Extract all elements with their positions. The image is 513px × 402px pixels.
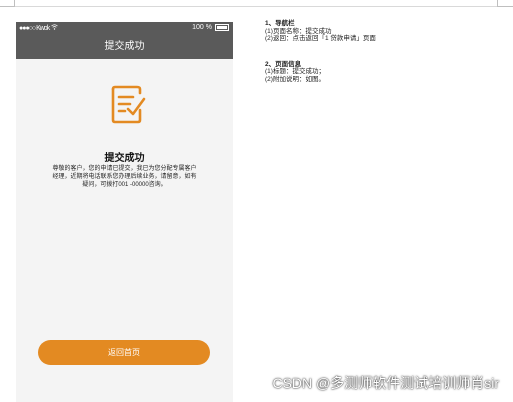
battery-icon [215, 24, 229, 31]
note-line: (2)返回：点击返回「1 贷款申请」页面 [265, 35, 376, 42]
return-home-button[interactable]: 返回首页 [38, 340, 210, 365]
crop-mark [0, 6, 14, 7]
desc-line: 尊敬的客户，您的申请已提交，我已为您分配专属客户 [52, 166, 197, 172]
document-check-icon [110, 82, 146, 124]
note-heading: 1、导航栏 [265, 20, 295, 27]
crop-mark [497, 6, 513, 7]
wifi-icon [51, 24, 58, 32]
success-description: 尊敬的客户，您的申请已提交，我已为您分配专属客户 经理，近期将电话联系您办理后续… [36, 165, 213, 189]
page-title: 提交成功 [104, 41, 145, 52]
watermark: CSDN @多测师软件测试培训师肖sir [272, 375, 499, 391]
status-bar: ●●●○○ Kwok 100 % [16, 22, 233, 35]
desc-line: 经理，近期将电话联系您办理后续业务，请留意，如有 [52, 174, 197, 180]
crop-mark [497, 0, 498, 7]
status-right: 100 % [192, 24, 229, 31]
carrier-label: ●●●○○ Kwok [19, 24, 50, 32]
spec-notes: 1、导航栏 (1)页面名称：提交成功 (2)返回：点击返回「1 贷款申请」页面 … [265, 20, 505, 83]
battery-label: 100 % [192, 24, 212, 31]
phone-mockup: ●●●○○ Kwok 100 % 提交成功 提交成功 尊敬的客户，您的申请已提交… [16, 22, 233, 402]
success-title: 提交成功 [104, 153, 145, 164]
nav-bar: 提交成功 [16, 35, 233, 59]
note-line: (1)标题：提交成功； [265, 68, 325, 75]
note-line: (1)页面名称：提交成功 [265, 27, 332, 35]
desc-line: 疑问，可拨打001 -00000咨询。 [82, 182, 167, 188]
note-heading: 2、页面信息 [265, 60, 302, 68]
note-line: (2)附加说明：如图。 [265, 75, 325, 83]
status-left: ●●●○○ Kwok [19, 24, 58, 32]
page-top-rule [15, 6, 497, 7]
